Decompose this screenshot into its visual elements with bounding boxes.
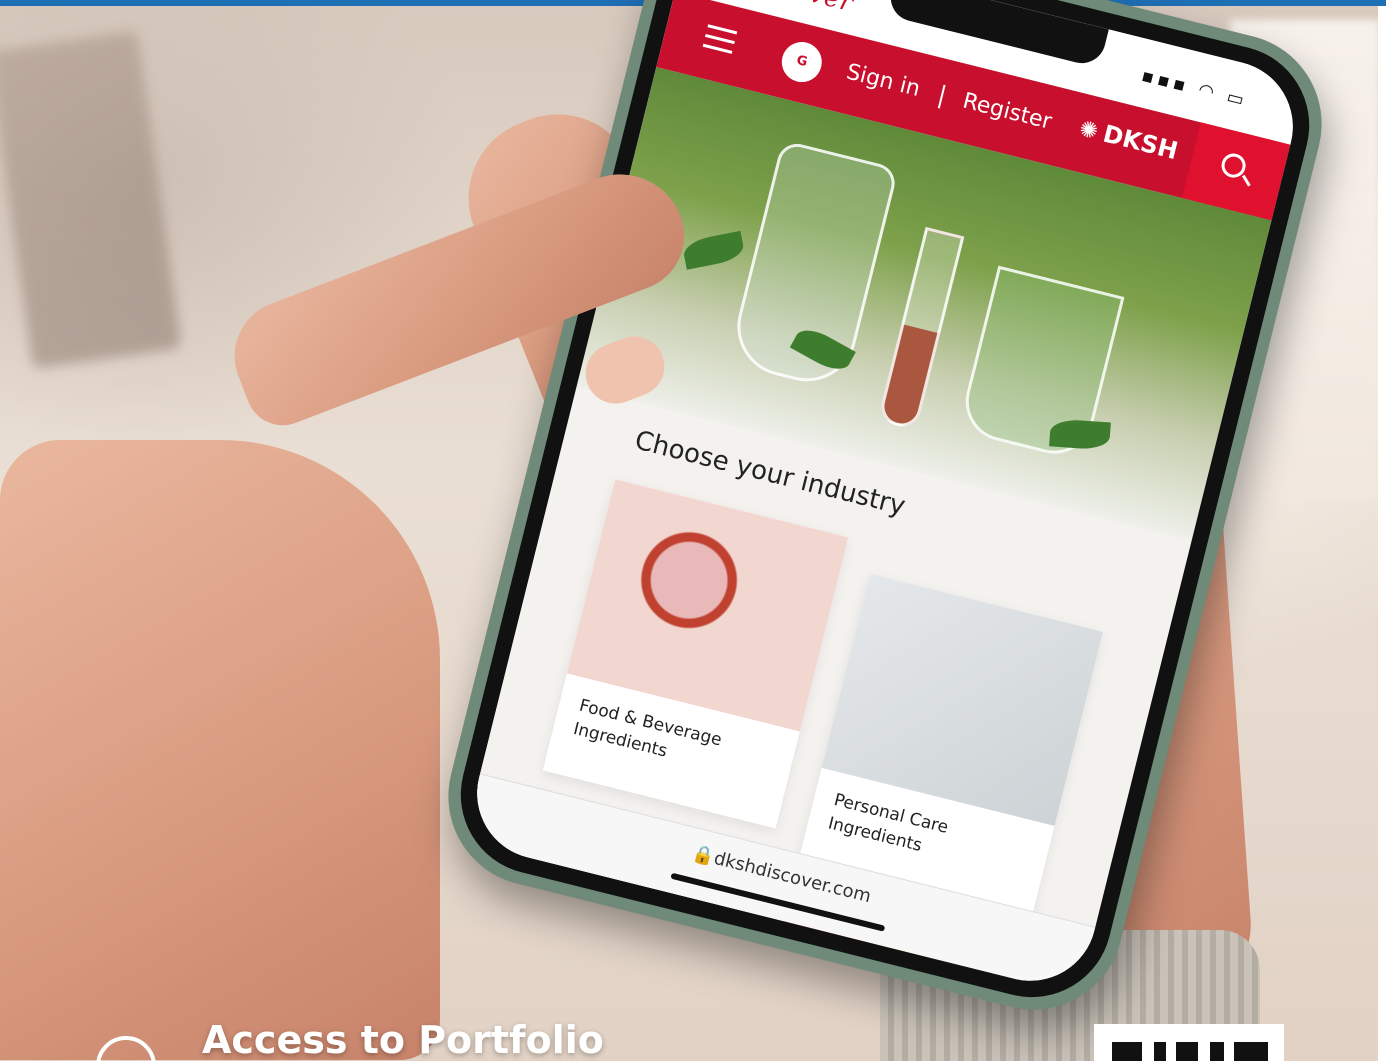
sign-in-link[interactable]: Sign in: [844, 60, 923, 102]
dksh-logo[interactable]: ✺DKSH: [1076, 114, 1181, 166]
background-book: [0, 31, 182, 369]
dksh-wordmark: DKSH: [1100, 119, 1181, 166]
register-link[interactable]: Register: [960, 89, 1054, 135]
nav-divider: |: [934, 80, 950, 110]
industry-card-food[interactable]: Food & Beverage Ingredients: [542, 479, 849, 829]
test-tube: [877, 226, 965, 431]
left-hand-palm: [0, 440, 440, 1060]
menu-icon[interactable]: [702, 24, 738, 55]
caption-title: Access to Portfolio: [202, 1020, 604, 1061]
promo-caption: Access to Portfolio: [90, 1020, 790, 1061]
check-circle-icon: [96, 1036, 156, 1061]
language-globe-icon[interactable]: G: [777, 37, 827, 87]
dksh-mark-icon: ✺: [1076, 116, 1101, 146]
right-edge: [1378, 6, 1386, 1061]
qr-code[interactable]: [1094, 1024, 1284, 1061]
photo-scene: Discover ▪▪▪ ◠ ▭ G Sign in | Register ✺D…: [0, 0, 1386, 1061]
status-icons: ▪▪▪ ◠ ▭: [1139, 65, 1251, 112]
